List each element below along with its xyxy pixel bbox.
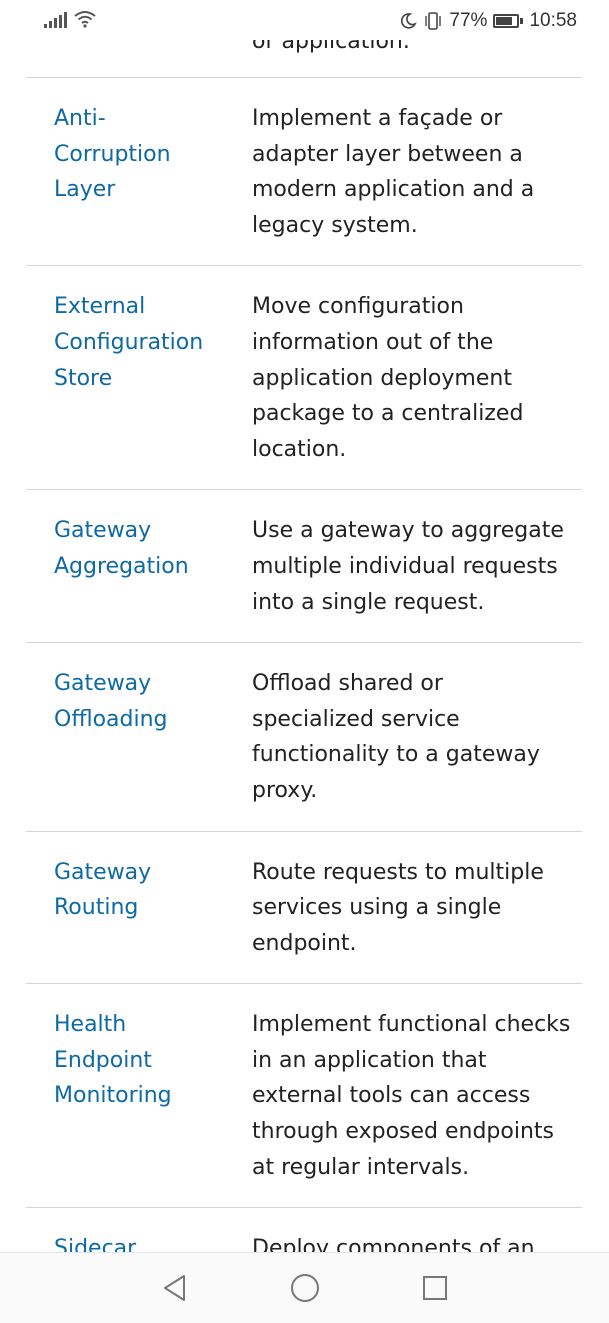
table-row: Gateway Offloading Offload shared or specia… [26,643,582,832]
navigation-bar [0,1252,609,1323]
description-line: endpoint. [252,930,357,956]
pattern-name-line: Anti- [54,106,106,131]
home-button[interactable] [240,1258,370,1318]
pattern-description: Move configuration information out of the… [252,289,582,467]
pattern-link[interactable]: Sidecar [26,1231,252,1252]
pattern-link[interactable]: Health Endpoint Monitoring [26,1007,252,1185]
pattern-link[interactable]: Gateway Aggregation [26,513,252,620]
table-row: Sidecar Deploy components of an [26,1208,582,1252]
table-row: Gateway Routing Route requests to multiple… [26,832,582,985]
pattern-description: Offload shared or specialized service func… [252,666,582,808]
description-line: in an application that [252,1047,487,1073]
pattern-name-line: Corruption [54,141,171,167]
pattern-description: Implement a façade or adapter layer betwe… [252,101,582,243]
signal-icon [44,10,67,28]
pattern-name-line: Endpoint [54,1047,152,1073]
description-line: at regular intervals. [252,1154,470,1180]
battery-percent: 77% [449,10,488,31]
description-line: modern application and a [252,177,535,203]
pattern-description: Route requests to multiple services using… [252,855,582,962]
description-line: adapter layer between a [252,141,523,167]
description-line: application deployment [252,365,512,391]
pattern-name-line: Configuration [54,329,204,355]
vibrate-icon [425,12,442,30]
pattern-name-line: Routing [54,895,139,921]
pattern-name-line: External [54,294,146,320]
description-line: location. [252,436,347,462]
back-icon [163,1275,185,1301]
description-line: multiple individual requests [252,553,558,579]
table-row: Gateway Aggregation Use a gateway to aggre… [26,490,582,644]
pattern-name-line: Health [54,1012,127,1038]
description-line: through exposed endpoints [252,1119,554,1145]
pattern-name-line: Gateway [54,859,152,885]
pattern-name-line: Gateway [54,671,152,697]
content-area[interactable]: or application. Anti- Corruption Layer Impl… [0,0,609,1252]
description-line: specialized service [252,706,460,732]
patterns-table: Anti- Corruption Layer Implement a façade o… [26,78,582,1252]
description-line: services using a single [252,895,502,921]
pattern-link[interactable]: Anti- Corruption Layer [26,101,252,243]
description-line: Implement functional checks [252,1012,571,1038]
moon-icon [401,13,418,29]
description-line: external tools can access [252,1083,531,1109]
battery-icon [493,14,524,28]
description-line: proxy. [252,777,318,803]
back-button[interactable] [110,1258,240,1318]
pattern-link[interactable]: External Configuration Store [26,289,252,467]
pattern-name-line: Store [54,365,113,391]
pattern-name-line: Gateway [54,518,152,544]
pattern-link[interactable]: Gateway Offloading [26,666,252,808]
description-line: functionality to a gateway [252,742,540,768]
recents-icon [422,1276,447,1300]
screen: or application. Anti- Corruption Layer Impl… [0,0,609,1323]
status-bar: 77% 10:58 [0,0,609,40]
table-row: Anti- Corruption Layer Implement a façade o… [26,78,582,267]
pattern-description: Deploy components of an [252,1231,582,1252]
clock-time: 10:58 [529,10,577,31]
pattern-name-line: Sidecar [54,1236,137,1252]
pattern-description: Use a gateway to aggregate multiple indiv… [252,513,582,620]
recents-button[interactable] [370,1258,500,1318]
pattern-name-line: Aggregation [54,553,189,579]
pattern-name-line: Monitoring [54,1083,172,1109]
description-line: information out of the [252,329,494,355]
description-line: Offload shared or [252,671,443,697]
home-icon [290,1274,319,1302]
description-line: into a single request. [252,589,485,615]
pattern-name-line: Offloading [54,706,168,732]
description-line: legacy system. [252,212,418,238]
pattern-link[interactable]: Gateway Routing [26,855,252,962]
pattern-name-line: Layer [54,177,116,203]
description-line: Use a gateway to aggregate [252,518,564,544]
description-line: Deploy components of an [252,1236,535,1252]
description-line: package to a centralized [252,401,524,427]
pattern-description: Implement functional checks in an applica… [252,1007,582,1185]
wifi-icon [74,11,96,28]
description-line: Route requests to multiple [252,859,544,885]
table-row: Health Endpoint Monitoring Implement functi… [26,984,582,1209]
description-line: Move configuration [252,294,464,320]
description-line: Implement a façade or [252,106,503,131]
table-row: External Configuration Store Move configura… [26,266,582,491]
